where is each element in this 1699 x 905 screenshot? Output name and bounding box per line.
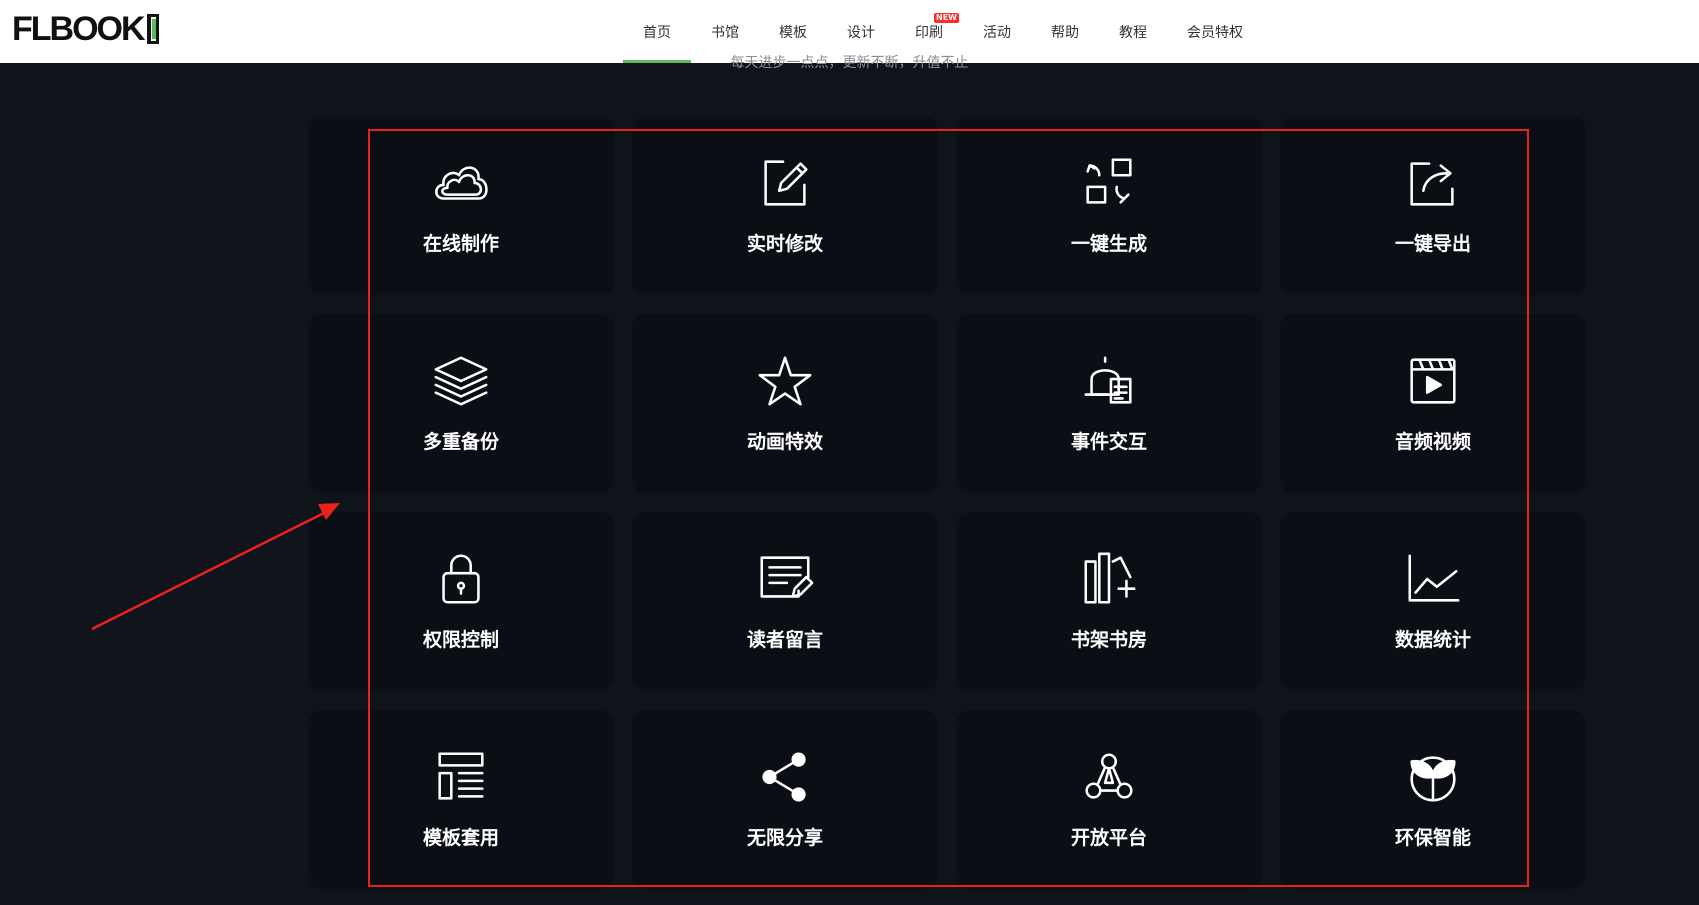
feature-label: 权限控制 xyxy=(422,629,499,651)
logo-text: FLBOOK xyxy=(12,9,146,48)
logo-mark-icon xyxy=(146,14,159,44)
flbook-logo[interactable]: FLBOOK xyxy=(12,9,159,48)
feature-label: 多重备份 xyxy=(422,431,499,453)
platform-icon xyxy=(1085,753,1133,799)
feature-card-online[interactable]: 在线制作 xyxy=(308,116,614,295)
feature-label: 模板套用 xyxy=(422,827,499,849)
template-icon xyxy=(438,752,484,800)
feature-label: 环保智能 xyxy=(1394,827,1471,849)
feature-card-templates[interactable]: 模板套用 xyxy=(308,710,614,889)
chart-icon xyxy=(1408,554,1460,602)
feature-card-bookshelf[interactable]: 书架书房 xyxy=(956,512,1262,691)
section-subtitle: 每天进步一点点，更新不断，升值不止 xyxy=(730,55,969,71)
feature-label: 数据统计 xyxy=(1394,629,1471,651)
layers-icon xyxy=(434,356,488,406)
feature-label: 在线制作 xyxy=(422,233,499,255)
feature-card-export[interactable]: 一键导出 xyxy=(1280,116,1586,295)
feature-label: 实时修改 xyxy=(746,233,823,255)
feature-label: 事件交互 xyxy=(1070,431,1147,453)
message-icon xyxy=(760,556,814,598)
feature-label: 开放平台 xyxy=(1070,827,1147,849)
star-icon xyxy=(758,356,812,406)
feature-card-comments[interactable]: 读者留言 xyxy=(632,512,938,691)
export-icon xyxy=(1410,162,1454,206)
new-badge: NEW xyxy=(934,13,959,23)
video-icon xyxy=(1410,358,1456,404)
bell-icon xyxy=(1084,356,1132,404)
feature-label: 无限分享 xyxy=(746,827,823,849)
feature-label: 一键导出 xyxy=(1394,233,1471,255)
share-icon xyxy=(762,752,806,802)
feature-label: 读者留言 xyxy=(746,629,823,651)
feature-card-interaction[interactable]: 事件交互 xyxy=(956,314,1262,493)
cloud-icon xyxy=(435,166,488,200)
edit-icon xyxy=(764,160,808,206)
feature-label: 书架书房 xyxy=(1070,629,1147,651)
feature-grid: 在线制作 实时修改 一键生成 一键导出 多重备份 动画特效 事件交互 音频视频 … xyxy=(308,116,1586,889)
feature-card-statistics[interactable]: 数据统计 xyxy=(1280,512,1586,691)
feature-card-eco[interactable]: 环保智能 xyxy=(1280,710,1586,889)
bookshelf-icon xyxy=(1084,552,1136,604)
feature-card-animation[interactable]: 动画特效 xyxy=(632,314,938,493)
generate-icon xyxy=(1086,158,1132,204)
feature-card-generate[interactable]: 一键生成 xyxy=(956,116,1262,295)
feature-card-media[interactable]: 音频视频 xyxy=(1280,314,1586,493)
feature-card-backup[interactable]: 多重备份 xyxy=(308,314,614,493)
lock-icon xyxy=(442,554,480,604)
feature-card-platform[interactable]: 开放平台 xyxy=(956,710,1262,889)
feature-label: 一键生成 xyxy=(1070,233,1147,255)
feature-card-share[interactable]: 无限分享 xyxy=(632,710,938,889)
feature-card-edit[interactable]: 实时修改 xyxy=(632,116,938,295)
eco-icon xyxy=(1410,756,1456,802)
feature-label: 动画特效 xyxy=(746,431,823,453)
feature-card-permission[interactable]: 权限控制 xyxy=(308,512,614,691)
feature-label: 音频视频 xyxy=(1394,431,1471,453)
